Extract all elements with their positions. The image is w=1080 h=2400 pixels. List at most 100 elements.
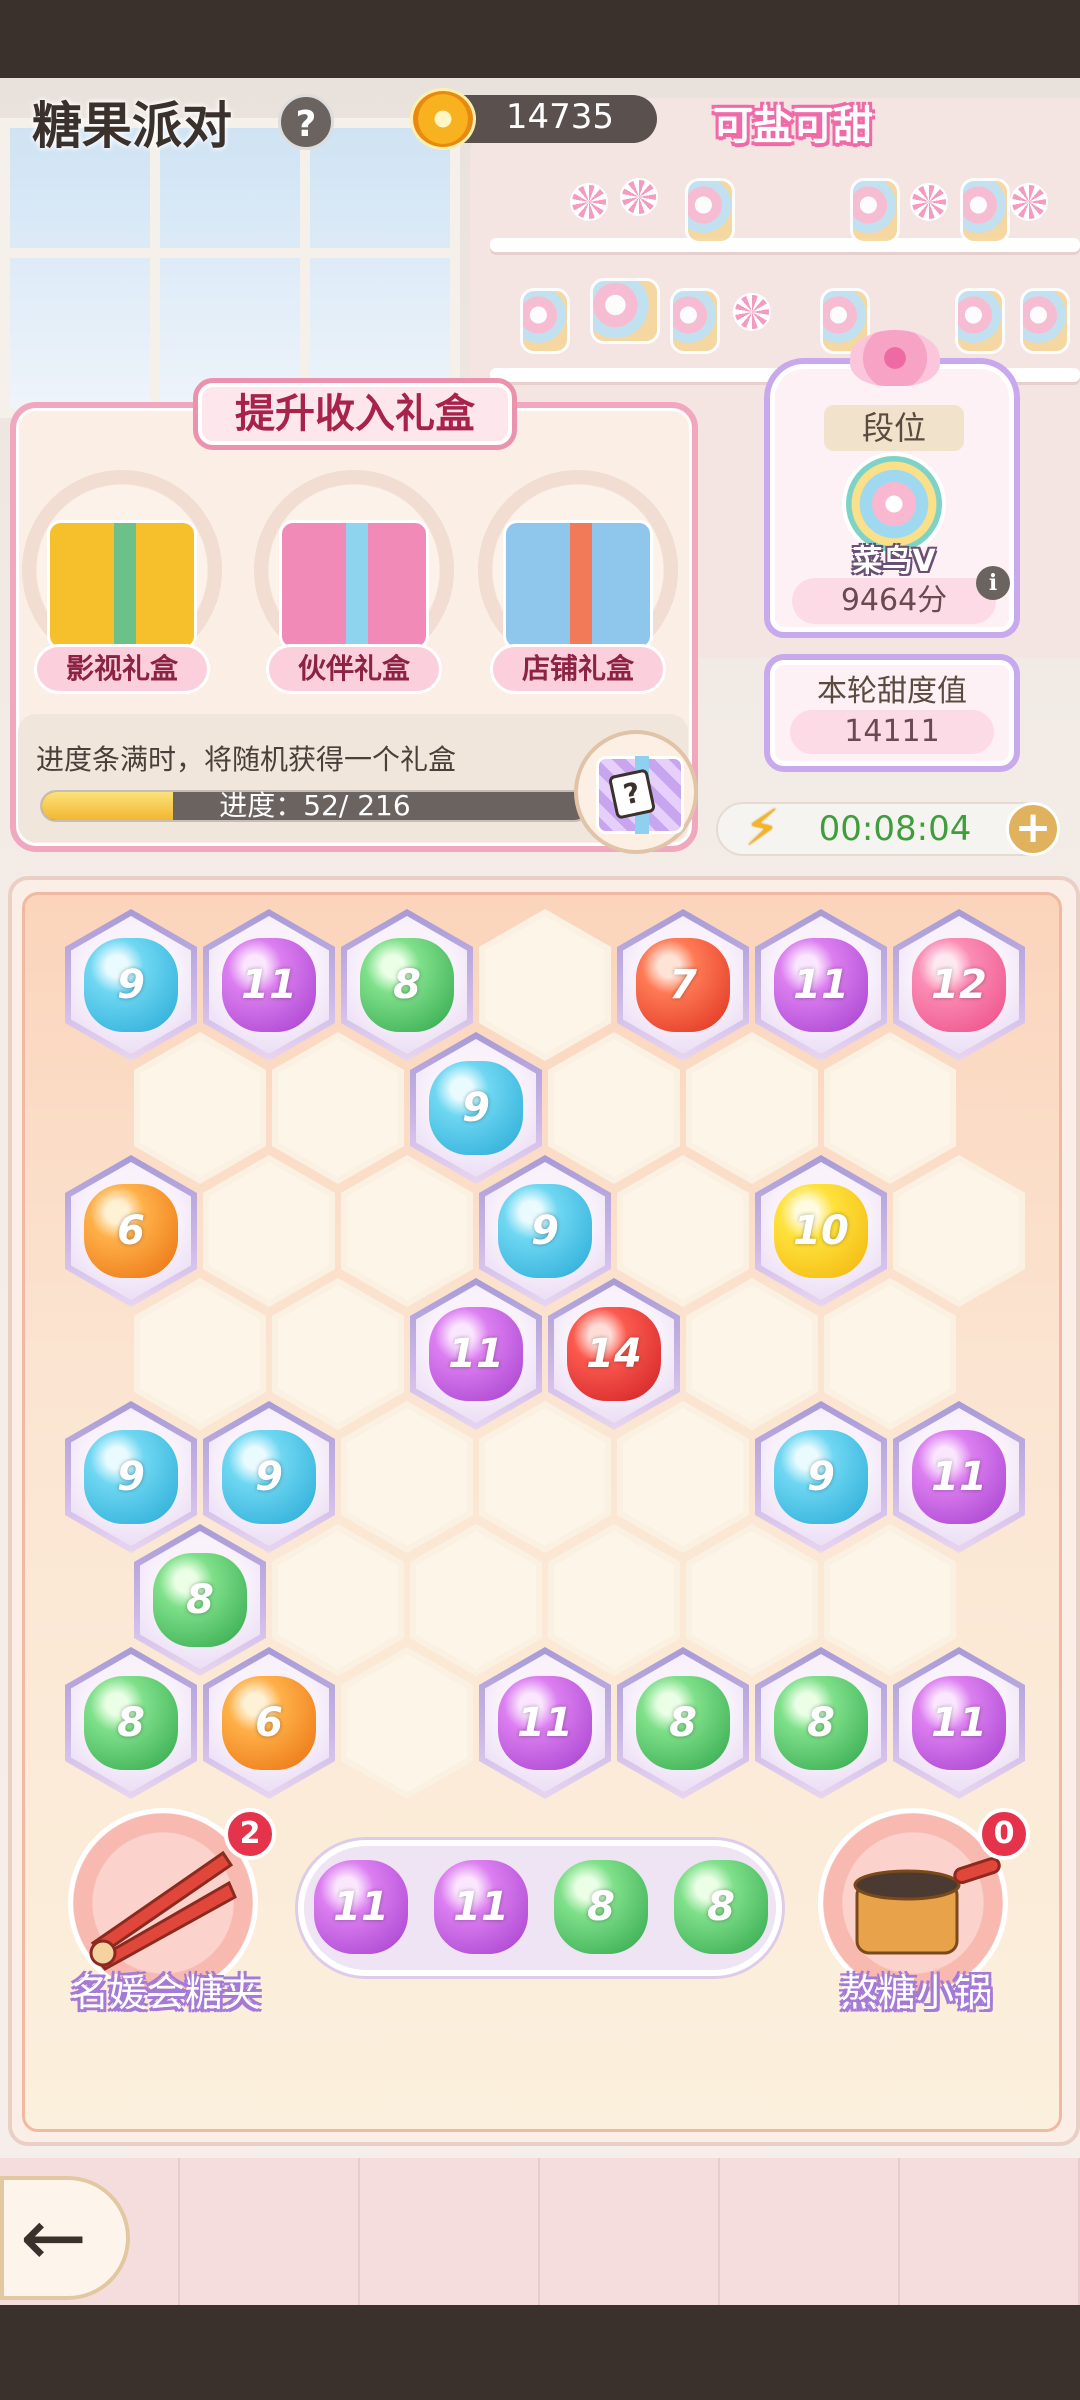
- board-cell-empty[interactable]: [272, 1524, 404, 1676]
- board-cell-candy[interactable]: 11: [755, 909, 887, 1061]
- cell-inner: [554, 1039, 674, 1177]
- board-cell-candy[interactable]: 11: [479, 1647, 611, 1799]
- board-cell-empty[interactable]: [824, 1524, 956, 1676]
- board-cell-empty[interactable]: [686, 1032, 818, 1184]
- gift-box-partner-icon: [279, 520, 429, 650]
- board-cell-candy[interactable]: 11: [893, 1647, 1025, 1799]
- gift-slot-partner[interactable]: [254, 470, 454, 670]
- candy-green: 8: [360, 938, 454, 1032]
- gift-slot-film[interactable]: [22, 470, 222, 670]
- cell-inner: [692, 1039, 812, 1177]
- board-cell-empty[interactable]: [548, 1032, 680, 1184]
- cell-inner: [140, 1285, 260, 1423]
- board-cell-candy[interactable]: 12: [893, 909, 1025, 1061]
- help-button[interactable]: ?: [278, 94, 334, 150]
- candy-number: 9: [462, 1085, 490, 1131]
- candy-cyan: 9: [84, 1430, 178, 1524]
- candy-number: 11: [793, 962, 849, 1008]
- mystery-gift-button[interactable]: ?: [574, 730, 698, 854]
- bottom-bar: [0, 2305, 1080, 2400]
- candy-number: 8: [393, 962, 421, 1008]
- tray-candy-purple[interactable]: 11: [314, 1860, 408, 1954]
- candy-yellow: 10: [774, 1184, 868, 1278]
- board-cell-empty[interactable]: [341, 1155, 473, 1307]
- candy-number: 14: [586, 1331, 642, 1377]
- gift-slot-shop[interactable]: [478, 470, 678, 670]
- candy-number: 11: [448, 1331, 504, 1377]
- background-window: [0, 118, 460, 418]
- lightning-icon: ⚡: [744, 799, 780, 857]
- board-cell-empty[interactable]: [203, 1155, 335, 1307]
- board-cell-candy[interactable]: 14: [548, 1278, 680, 1430]
- board-cell-empty[interactable]: [341, 1401, 473, 1553]
- board-cell-candy[interactable]: 9: [65, 909, 197, 1061]
- board-cell-candy[interactable]: 8: [617, 1647, 749, 1799]
- tongs-label: 名媛会糖夹: [70, 1971, 261, 2015]
- candy-number: 8: [707, 1884, 735, 1930]
- tray-candy-green[interactable]: 8: [554, 1860, 648, 1954]
- cell-inner: [692, 1285, 812, 1423]
- board-cell-candy[interactable]: 6: [65, 1155, 197, 1307]
- rank-score: 9464分: [792, 578, 996, 624]
- candy-number: 9: [807, 1454, 835, 1500]
- candy-number: 8: [669, 1700, 697, 1746]
- board-cell-candy[interactable]: 9: [755, 1401, 887, 1553]
- candy-number: 9: [117, 1454, 145, 1500]
- board-cell-empty[interactable]: [272, 1278, 404, 1430]
- info-icon[interactable]: i: [976, 566, 1010, 600]
- board-cell-empty[interactable]: [134, 1032, 266, 1184]
- board-cell-candy[interactable]: 8: [755, 1647, 887, 1799]
- candy-jar-icon: [960, 178, 1010, 244]
- board-cell-candy[interactable]: 9: [410, 1032, 542, 1184]
- board-cell-empty[interactable]: [134, 1278, 266, 1430]
- board-cell-empty[interactable]: [617, 1401, 749, 1553]
- board-cell-empty[interactable]: [686, 1524, 818, 1676]
- board-cell-candy[interactable]: 9: [203, 1401, 335, 1553]
- candy-purple: 11: [429, 1307, 523, 1401]
- cell-inner: [623, 1408, 743, 1546]
- cell-inner: [278, 1531, 398, 1669]
- candy-orange: 6: [84, 1184, 178, 1278]
- candy-number: 12: [931, 962, 987, 1008]
- board-cell-candy[interactable]: 6: [203, 1647, 335, 1799]
- board-cell-candy[interactable]: 9: [479, 1155, 611, 1307]
- back-arrow-icon: ←: [20, 2191, 88, 2284]
- tongs-count-badge: 2: [224, 1808, 276, 1860]
- lollipop-icon: [620, 178, 658, 216]
- floor-tiles: [0, 2158, 1080, 2305]
- tray-candy-purple[interactable]: 11: [434, 1860, 528, 1954]
- candy-number: 11: [453, 1884, 509, 1930]
- board-cell-empty[interactable]: [893, 1155, 1025, 1307]
- board-cell-candy[interactable]: 10: [755, 1155, 887, 1307]
- board-cell-candy[interactable]: 9: [65, 1401, 197, 1553]
- lollipop-icon: [1010, 183, 1048, 221]
- board-cell-candy[interactable]: 11: [203, 909, 335, 1061]
- board-cell-empty[interactable]: [479, 909, 611, 1061]
- gift-progress-text: 进度：52/ 216: [219, 789, 411, 822]
- cell-inner: [899, 1162, 1019, 1300]
- board-cell-empty[interactable]: [548, 1524, 680, 1676]
- candy-crimson: 14: [567, 1307, 661, 1401]
- board-cell-empty[interactable]: [410, 1524, 542, 1676]
- candy-jar-icon: [670, 288, 720, 354]
- board-cell-empty[interactable]: [479, 1401, 611, 1553]
- board-cell-candy[interactable]: 8: [134, 1524, 266, 1676]
- board-cell-candy[interactable]: 8: [341, 909, 473, 1061]
- board-cell-empty[interactable]: [824, 1278, 956, 1430]
- pot-count-badge: 0: [978, 1808, 1030, 1860]
- board-cell-empty[interactable]: [341, 1647, 473, 1799]
- tray-candy-green[interactable]: 8: [674, 1860, 768, 1954]
- board-cell-empty[interactable]: [824, 1032, 956, 1184]
- candy-number: 11: [517, 1700, 573, 1746]
- board-cell-candy[interactable]: 7: [617, 909, 749, 1061]
- board-cell-empty[interactable]: [617, 1155, 749, 1307]
- board-cell-empty[interactable]: [272, 1032, 404, 1184]
- board-cell-candy[interactable]: 8: [65, 1647, 197, 1799]
- candy-number: 9: [117, 962, 145, 1008]
- add-energy-button[interactable]: +: [1006, 802, 1060, 856]
- board-cell-empty[interactable]: [686, 1278, 818, 1430]
- candy-orange: 6: [222, 1676, 316, 1770]
- board-cell-candy[interactable]: 11: [893, 1401, 1025, 1553]
- cell-inner: [278, 1285, 398, 1423]
- board-cell-candy[interactable]: 11: [410, 1278, 542, 1430]
